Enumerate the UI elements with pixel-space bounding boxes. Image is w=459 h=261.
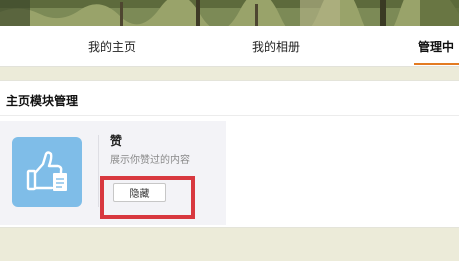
thumbs-up-icon <box>26 151 67 191</box>
module-description: 展示你赞过的内容 <box>110 155 190 166</box>
tab-my-homepage[interactable]: 我的主页 <box>88 38 136 55</box>
highlight-box <box>100 176 195 219</box>
tab-management-center[interactable]: 管理中 <box>418 38 454 55</box>
panel-title: 主页模块管理 <box>6 94 79 108</box>
card-divider <box>98 135 99 207</box>
top-nav: 我的主页 我的相册 管理中 <box>0 26 459 67</box>
module-title: 赞 <box>110 134 123 148</box>
panel-divider <box>0 115 459 116</box>
tab-my-album[interactable]: 我的相册 <box>252 38 300 55</box>
module-icon-tile <box>12 137 82 207</box>
header-banner-image <box>0 0 459 26</box>
active-tab-indicator <box>414 63 459 65</box>
module-management-panel: 主页模块管理 赞 展示你赞过的内容 隐藏 <box>0 80 459 228</box>
